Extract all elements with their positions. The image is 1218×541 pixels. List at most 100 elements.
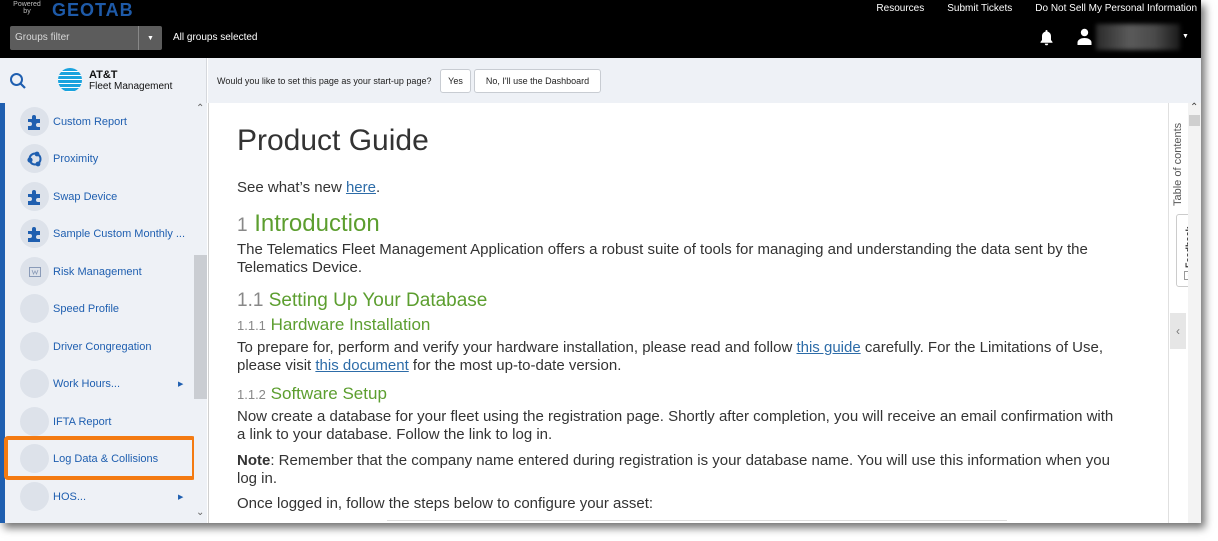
toc-label[interactable]: Table of contents: [1172, 106, 1184, 206]
sidebar-scrollbar[interactable]: ⌃ ⌄: [194, 103, 207, 523]
app-window: Powered by GEOTAB Groups filter ▼ All gr…: [0, 0, 1201, 523]
page-title: Product Guide: [237, 124, 429, 157]
note-text: : Remember that the company name entered…: [270, 452, 1110, 469]
sidebar-item-risk-management[interactable]: Risk Management: [5, 253, 195, 290]
blank-icon: [20, 407, 49, 436]
heading-text: Software Setup: [270, 384, 387, 403]
heading-hardware-installation: 1.1.1 Hardware Installation: [237, 315, 430, 336]
sidebar-header: AT&T Fleet Management: [0, 58, 207, 103]
submenu-arrow-icon: ▶: [178, 380, 184, 388]
sidebar-item-label: IFTA Report: [53, 415, 112, 428]
groups-filter-dropdown-button[interactable]: ▼: [138, 26, 162, 50]
software-line-1: Now create a database for your fleet usi…: [237, 408, 1114, 425]
groups-filter-input[interactable]: Groups filter ▼: [10, 26, 162, 50]
sidebar-item-ifta-report[interactable]: IFTA Report: [5, 403, 195, 440]
heading-text: Hardware Installation: [270, 315, 431, 334]
heading-setting-up-database: 1.1 Setting Up Your Database: [237, 290, 487, 312]
sidebar-item-custom-report[interactable]: Custom Report: [5, 103, 195, 140]
heading-number: 1.1.1: [237, 318, 266, 333]
whats-new-text: See what’s new: [237, 179, 346, 196]
scrollbar-thumb[interactable]: [1189, 115, 1200, 126]
steps-table-top: [387, 520, 1007, 523]
heading-number: 1.1: [237, 290, 264, 311]
risk-icon: [20, 257, 49, 286]
hardware-line-1: To prepare for, perform and verify your …: [237, 339, 1103, 357]
this-guide-link[interactable]: this guide: [796, 339, 860, 356]
content-scrollbar[interactable]: ⌃: [1188, 102, 1201, 523]
sidebar-item-label: Risk Management: [53, 265, 142, 278]
scroll-up-icon[interactable]: ⌃: [1190, 102, 1198, 113]
product-guide-content: Product Guide See what’s new here. 1 Int…: [208, 103, 1168, 523]
heading-software-setup: 1.1.2 Software Setup: [237, 384, 387, 405]
software-line-2: a link to your database. Follow the link…: [237, 426, 553, 443]
sidebar-item-label: HOS...: [53, 490, 87, 503]
top-header: Powered by GEOTAB Groups filter ▼ All gr…: [0, 0, 1201, 58]
note-line-1: Note: Remember that the company name ent…: [237, 452, 1110, 470]
note-line-2: log in.: [237, 470, 278, 487]
resources-link[interactable]: Resources: [876, 3, 924, 14]
puzzle-icon: [20, 219, 49, 248]
submenu-arrow-icon: ▶: [178, 493, 184, 501]
hardware-text: carefully. For the Limitations of Use,: [860, 339, 1104, 356]
geotab-logo: GEOTAB: [52, 0, 134, 20]
blank-icon: [20, 482, 49, 511]
yes-button[interactable]: Yes: [440, 69, 471, 93]
period: .: [376, 179, 381, 196]
blank-icon: [20, 294, 49, 323]
sidebar-item-label: Driver Congregation: [53, 340, 152, 353]
highlight-box: [4, 436, 196, 480]
note-label: Note: [237, 452, 271, 469]
scrollbar-thumb[interactable]: [194, 255, 207, 399]
use-dashboard-button[interactable]: No, I'll use the Dashboard: [474, 69, 601, 93]
hardware-text: for the most up-to-date version.: [408, 357, 622, 374]
do-not-sell-link[interactable]: Do Not Sell My Personal Information: [1035, 3, 1197, 14]
steps-intro: Once logged in, follow the steps below t…: [237, 495, 654, 512]
sidebar-item-label: Work Hours...: [53, 377, 121, 390]
scroll-up-icon[interactable]: ⌃: [196, 103, 204, 114]
sidebar-item-hos[interactable]: HOS... ▶: [5, 478, 195, 515]
scroll-down-icon[interactable]: ⌄: [196, 507, 204, 518]
whats-new-link[interactable]: here: [346, 179, 376, 196]
sidebar-item-label: Sample Custom Monthly ...: [53, 227, 186, 240]
top-links: Resources Submit Tickets Do Not Sell My …: [876, 3, 1197, 14]
groups-status: All groups selected: [173, 32, 258, 43]
sidebar-item-swap-device[interactable]: Swap Device: [5, 178, 195, 215]
heading-text: Setting Up Your Database: [268, 290, 488, 311]
sidebar-item-driver-congregation[interactable]: Driver Congregation: [5, 328, 195, 365]
groups-filter-placeholder[interactable]: Groups filter: [10, 26, 138, 50]
heading-number: 1: [237, 215, 248, 236]
sidebar-item-sample-custom-monthly[interactable]: Sample Custom Monthly ...: [5, 215, 195, 252]
att-product: Fleet Management: [89, 81, 173, 92]
submit-tickets-link[interactable]: Submit Tickets: [947, 3, 1012, 14]
right-rail: Table of contents Feedback › ‹ ⌃: [1168, 102, 1201, 523]
user-name-redacted[interactable]: [1096, 24, 1180, 50]
bell-icon[interactable]: [1039, 29, 1054, 51]
sidebar-item-label: Proximity: [53, 152, 99, 165]
whats-new-paragraph: See what’s new here.: [237, 179, 380, 197]
sidebar-item-label: Custom Report: [53, 115, 127, 128]
sidebar-item-speed-profile[interactable]: Speed Profile: [5, 290, 195, 327]
caret-down-icon[interactable]: ▼: [1182, 33, 1189, 40]
this-document-link[interactable]: this document: [315, 357, 408, 374]
startup-page-prompt: Would you like to set this page as your …: [208, 58, 1201, 103]
sidebar-nav: Custom Report Proximity Swap Device Samp…: [0, 103, 207, 523]
caret-down-icon: ▼: [147, 34, 154, 42]
blank-icon: [20, 332, 49, 361]
intro-line-2: Telematics Device.: [237, 259, 363, 276]
hardware-line-2: please visit this document for the most …: [237, 357, 621, 375]
heading-text: Introduction: [254, 210, 380, 237]
powered-by-label: Powered by: [13, 1, 41, 15]
chevron-left-icon[interactable]: ‹: [1170, 313, 1186, 349]
hardware-text: please visit: [237, 357, 316, 374]
user-icon[interactable]: [1077, 28, 1092, 50]
sidebar-item-work-hours[interactable]: Work Hours... ▶: [5, 365, 195, 402]
sidebar-item-label: Speed Profile: [53, 302, 120, 315]
att-brand: AT&T: [89, 69, 118, 81]
puzzle-icon: [20, 107, 49, 136]
table-of-contents-tab[interactable]: Table of contents: [1170, 108, 1186, 208]
search-icon[interactable]: [9, 72, 27, 95]
puzzle-icon: [20, 182, 49, 211]
sidebar-item-label: Swap Device: [53, 190, 118, 203]
heading-introduction: 1 Introduction: [237, 210, 380, 240]
sidebar-item-proximity[interactable]: Proximity: [5, 140, 195, 177]
